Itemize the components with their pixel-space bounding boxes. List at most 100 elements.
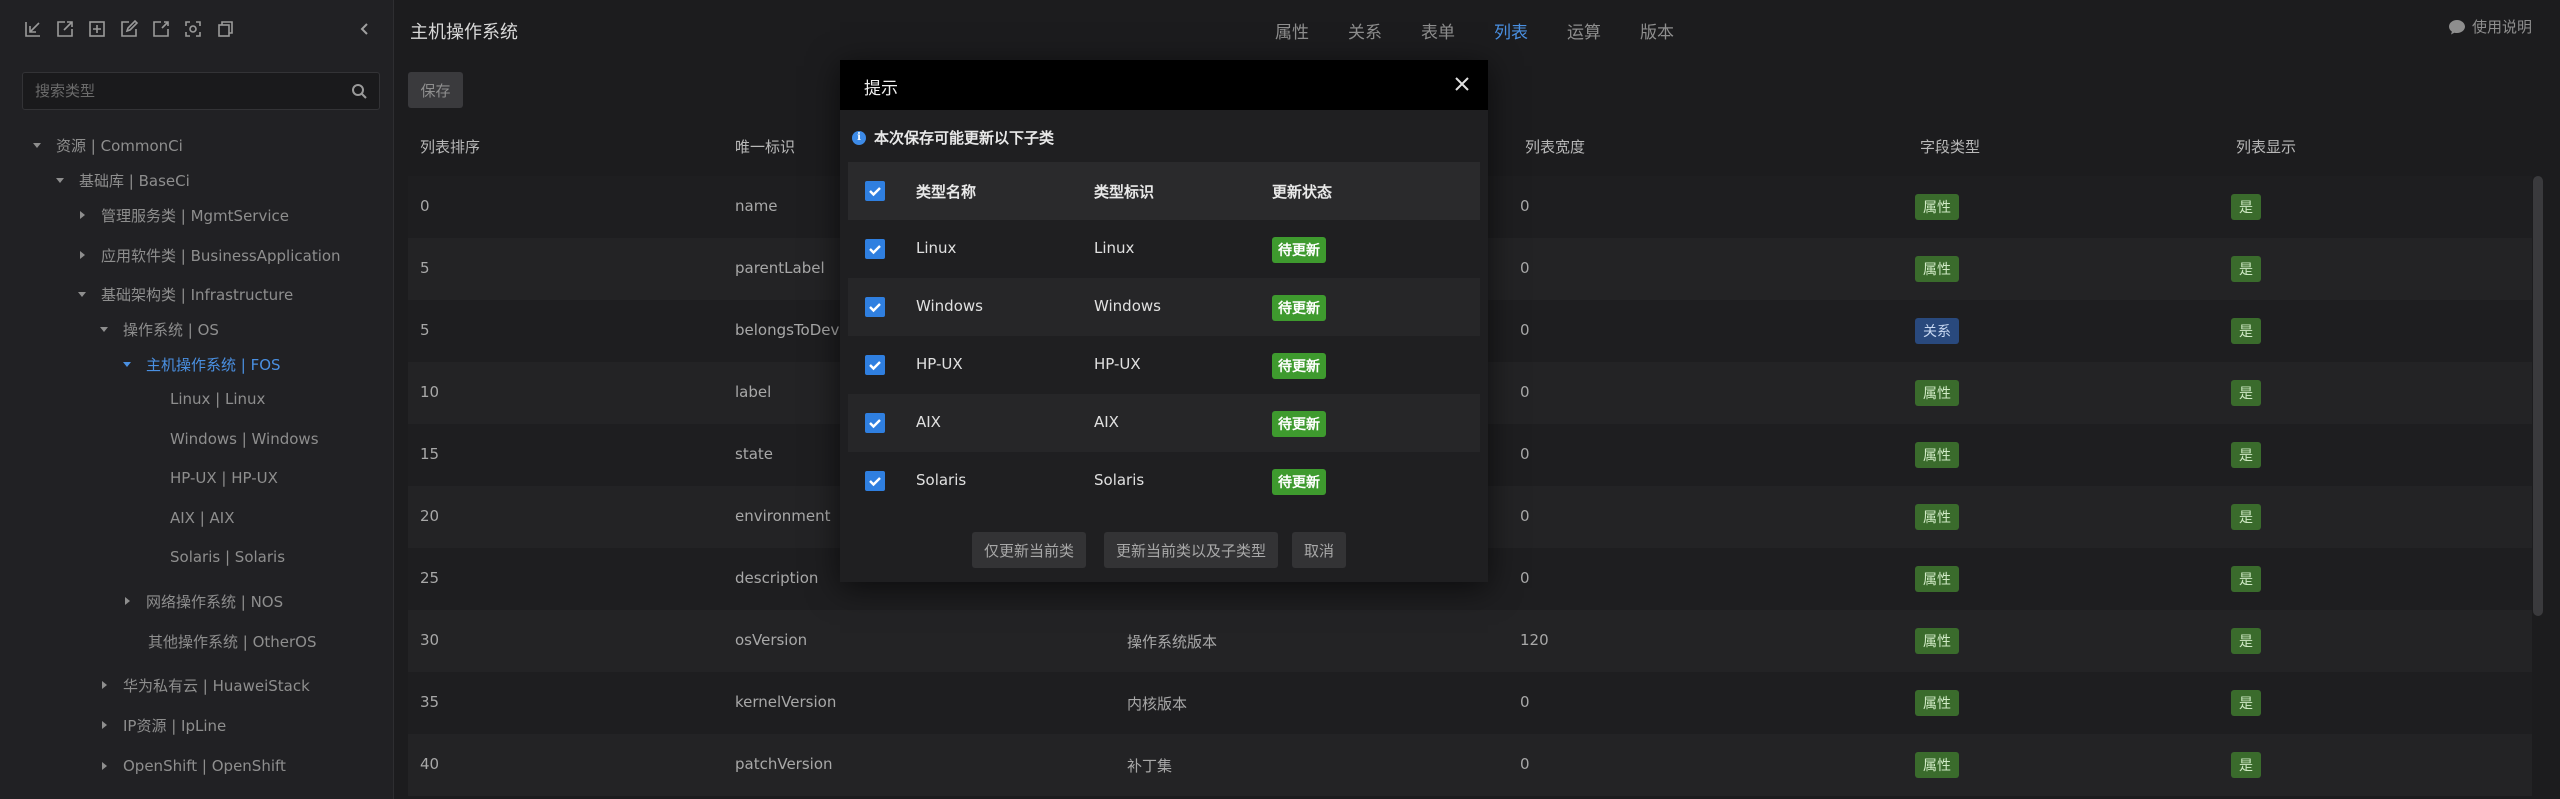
save-button[interactable]: 保存 [408,72,463,108]
search-input[interactable] [35,73,335,109]
cell-order: 0 [420,197,430,215]
caret-down-icon[interactable] [122,359,132,369]
cell-id: kernelVersion [735,693,837,711]
subclass-row[interactable]: AIX AIX 待更新 [848,394,1480,452]
tree-item-ipline[interactable]: IP资源 | IpLine [99,712,226,738]
tree-item-baseci[interactable]: 基础库 | BaseCi [55,167,190,193]
edit-icon[interactable] [118,18,140,40]
table-scrollbar[interactable] [2533,176,2543,616]
tree-item-fos[interactable]: 主机操作系统 | FOS [122,351,281,377]
tree-item-windows[interactable]: Windows | Windows [170,426,319,452]
caret-right-icon[interactable] [99,761,109,771]
search-icon[interactable] [351,83,367,99]
display-badge[interactable]: 是 [2231,566,2261,592]
cell-order: 20 [420,507,440,525]
cell-width: 0 [1520,259,1530,277]
tree-item-infrastructure[interactable]: 基础架构类 | Infrastructure [77,281,293,307]
update-status-badge: 待更新 [1272,237,1326,263]
display-badge[interactable]: 是 [2231,504,2261,530]
subclass-row[interactable]: Windows Windows 待更新 [848,278,1480,336]
tree-item-solaris[interactable]: Solaris | Solaris [170,544,285,570]
cell-id: name [735,197,778,215]
tab-list[interactable]: 列表 [1494,18,1528,43]
refresh-icon[interactable] [150,18,172,40]
tree-item-hpux[interactable]: HP-UX | HP-UX [170,465,278,491]
tree-item-businessapplication[interactable]: 应用软件类 | BusinessApplication [77,242,341,268]
scan-icon[interactable] [182,18,204,40]
subclass-id: AIX [1094,413,1119,431]
row-checkbox[interactable] [865,239,885,259]
caret-right-icon[interactable] [77,250,87,260]
row-checkbox[interactable] [865,297,885,317]
dialog-title: 提示 [864,79,898,99]
table-row[interactable]: 30 osVersion 操作系统版本 120 属性 是 [408,610,2532,672]
row-checkbox[interactable] [865,413,885,433]
display-badge[interactable]: 是 [2231,442,2261,468]
caret-right-icon[interactable] [122,596,132,606]
nav-tabs: 属性 关系 表单 列表 运算 版本 [1275,18,1713,43]
update-current-button[interactable]: 仅更新当前类 [972,532,1087,568]
display-badge[interactable]: 是 [2231,628,2261,654]
table-row[interactable]: 35 kernelVersion 内核版本 0 属性 是 [408,672,2532,734]
close-icon[interactable] [1452,74,1472,94]
row-checkbox[interactable] [865,355,885,375]
update-all-button[interactable]: 更新当前类以及子类型 [1104,532,1279,568]
cell-order: 30 [420,631,440,649]
subclass-name: Windows [916,297,983,315]
select-all-checkbox[interactable] [865,181,885,201]
tree-item-nos[interactable]: 网络操作系统 | NOS [122,588,283,614]
row-checkbox[interactable] [865,471,885,491]
display-badge[interactable]: 是 [2231,256,2261,282]
caret-right-icon[interactable] [77,210,87,220]
tab-form[interactable]: 表单 [1421,18,1455,43]
column-header: 更新状态 [1272,183,1333,201]
display-badge[interactable]: 是 [2231,380,2261,406]
update-status-badge: 待更新 [1272,353,1326,379]
cancel-button[interactable]: 取消 [1292,532,1347,568]
tree-item-mgmtservice[interactable]: 管理服务类 | MgmtService [77,202,289,228]
tree-item-otheros[interactable]: 其他操作系统 | OtherOS [148,628,317,654]
display-badge[interactable]: 是 [2231,194,2261,220]
display-badge[interactable]: 是 [2231,752,2261,778]
caret-down-icon[interactable] [77,289,87,299]
sidebar: 资源 | CommonCi 基础库 | BaseCi 管理服务类 | MgmtS… [0,0,394,799]
caret-down-icon[interactable] [99,324,109,334]
tree-item-os[interactable]: 操作系统 | OS [99,316,219,342]
export-icon[interactable] [54,18,76,40]
cell-id: description [735,569,819,587]
cell-id: state [735,445,773,463]
info-icon: i [852,130,866,145]
table-row[interactable]: 40 patchVersion 补丁集 0 属性 是 [408,734,2532,796]
tree-item-huaweistack[interactable]: 华为私有云 | HuaweiStack [99,672,310,698]
tree-item-commonci[interactable]: 资源 | CommonCi [32,132,183,158]
cell-order: 40 [420,755,440,773]
add-icon[interactable] [86,18,108,40]
caret-down-icon[interactable] [55,175,65,185]
tab-attributes[interactable]: 属性 [1275,18,1309,43]
cell-order: 35 [420,693,440,711]
field-type-badge: 属性 [1915,442,1959,468]
help-link[interactable]: 使用说明 [2448,16,2532,37]
tab-relations[interactable]: 关系 [1348,18,1382,43]
caret-down-icon[interactable] [32,140,42,150]
collapse-sidebar-button[interactable] [354,18,376,40]
tree-item-aix[interactable]: AIX | AIX [170,505,235,531]
tree-item-openshift[interactable]: OpenShift | OpenShift [99,753,286,779]
import-icon[interactable] [22,18,44,40]
tree-item-linux[interactable]: Linux | Linux [170,386,265,412]
cell-width: 0 [1520,693,1530,711]
copy-icon[interactable] [214,18,236,40]
tab-compute[interactable]: 运算 [1567,18,1601,43]
subclass-row[interactable]: HP-UX HP-UX 待更新 [848,336,1480,394]
display-badge[interactable]: 是 [2231,690,2261,716]
subclass-name: Linux [916,239,957,257]
cell-width: 0 [1520,569,1530,587]
tab-version[interactable]: 版本 [1640,18,1674,43]
caret-right-icon[interactable] [99,720,109,730]
subclass-row[interactable]: Solaris Solaris 待更新 [848,452,1480,510]
caret-right-icon[interactable] [99,680,109,690]
page-title: 主机操作系统 [410,22,518,43]
sidebar-toolbar [22,18,236,42]
subclass-row[interactable]: Linux Linux 待更新 [848,220,1480,278]
display-badge[interactable]: 是 [2231,318,2261,344]
